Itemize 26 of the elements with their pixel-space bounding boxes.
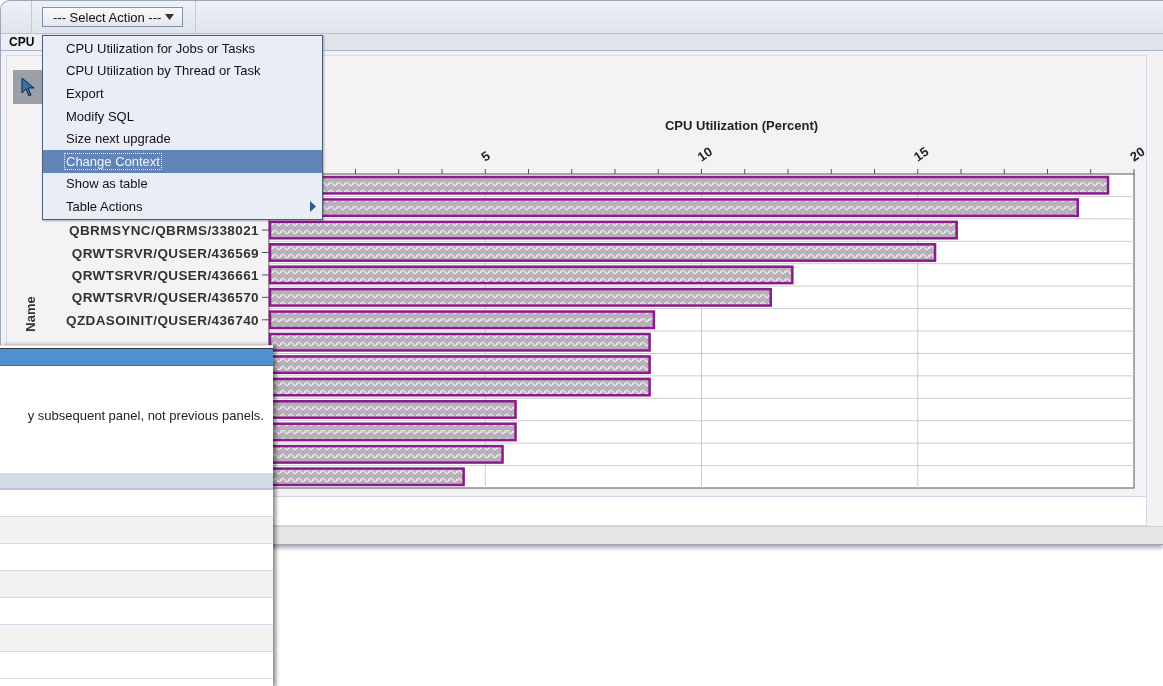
menu-item[interactable]: Export xyxy=(43,82,322,105)
menu-item[interactable]: Change Context xyxy=(43,149,322,173)
axis-tick-label: 20 xyxy=(1127,143,1147,165)
action-dropdown[interactable]: --- Select Action --- xyxy=(42,7,184,27)
axis-category-label: QBRMSYNC/QBRMS/338021 xyxy=(69,223,259,239)
axis-category-label: QRWTSRVR/QUSER/436661 xyxy=(71,267,259,283)
axis-category-label: QRWTSRVR/QUSER/436569 xyxy=(71,245,259,261)
axis-tick-label: 5 xyxy=(478,148,493,165)
pointer-tool-button[interactable] xyxy=(13,70,43,104)
axis-category-label: QZDASOINIT/QUSER/436740 xyxy=(66,312,259,328)
axis-tick-label: 15 xyxy=(910,143,932,165)
menu-item[interactable]: Table Actions xyxy=(43,195,322,218)
y-axis-title: Name xyxy=(23,296,38,332)
tab[interactable]: CPU xyxy=(1,34,43,50)
axis-category-label: QRWTSRVR/QUSER/436570 xyxy=(71,290,259,306)
menu-item[interactable]: CPU Utilization by Thread or Task xyxy=(43,59,322,83)
caret-icon xyxy=(165,14,175,20)
chart-title: CPU Utilization (Percent) xyxy=(664,118,819,133)
submenu-arrow-icon xyxy=(310,201,316,213)
menu-item[interactable]: CPU Utilization for Jobs or Tasks xyxy=(43,37,322,60)
dialog-message: y subsequent panel, not previous panels. xyxy=(26,408,265,423)
pointer-icon xyxy=(20,77,36,97)
menu-item[interactable]: Show as table xyxy=(43,172,322,196)
axis-tick-label: 10 xyxy=(694,143,716,165)
menu-item[interactable]: Size next upgrade xyxy=(43,127,322,150)
menu-item[interactable]: Modify SQL xyxy=(43,104,322,128)
